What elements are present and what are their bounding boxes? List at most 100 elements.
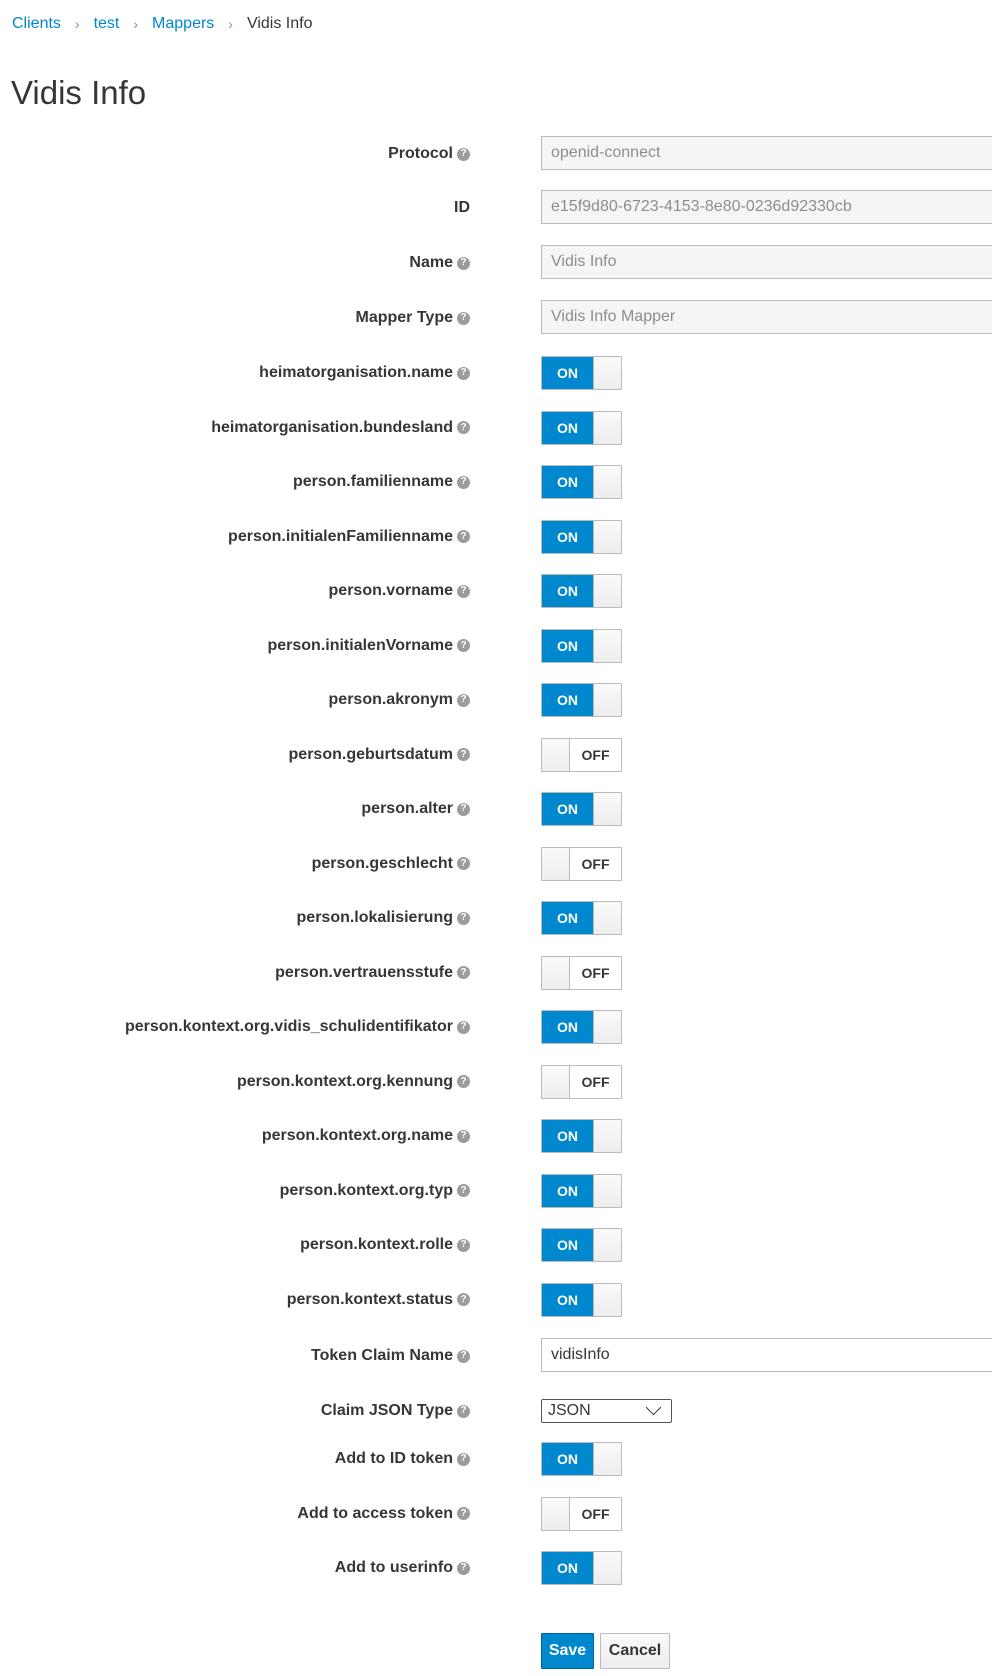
protocol-label: Protocol ? (388, 136, 470, 172)
person-vertrauensstufe-row: person.vertrauensstufe? OFF (0, 955, 992, 991)
person-lokalisierung-label-text: person.lokalisierung (296, 909, 453, 926)
help-icon[interactable]: ? (457, 1075, 470, 1088)
toggle-knob (593, 902, 621, 934)
help-icon[interactable]: ? (457, 639, 470, 652)
person-initialenvorname-toggle[interactable]: ON (541, 628, 622, 663)
person-initialenfamilienname-toggle[interactable]: ON (541, 519, 622, 554)
help-icon[interactable]: ? (457, 1293, 470, 1306)
person-kontext-org-typ-toggle[interactable]: ON (541, 1173, 622, 1208)
toggle-state-label: ON (542, 1443, 593, 1475)
person-kontext-status-toggle[interactable]: ON (541, 1282, 622, 1317)
help-icon[interactable]: ? (457, 857, 470, 870)
person-kontext-rolle-toggle[interactable]: ON (541, 1228, 622, 1262)
person-kontext-rolle-label-text: person.kontext.rolle (300, 1236, 453, 1253)
id-label: ID (454, 190, 470, 226)
toggle-state-label: ON (542, 1552, 593, 1584)
person-geschlecht-toggle[interactable]: OFF (541, 846, 622, 881)
person-vorname-row: person.vorname? ON (0, 573, 992, 609)
id-field[interactable] (541, 190, 992, 224)
help-icon[interactable]: ? (457, 311, 470, 325)
cancel-button[interactable]: Cancel (600, 1633, 670, 1669)
person-alter-label: person.alter? (361, 791, 470, 827)
save-button[interactable]: Save (541, 1633, 594, 1669)
claim-json-type-label: Claim JSON Type ? (321, 1393, 470, 1429)
person-kontext-org-kennung-toggle[interactable]: OFF (541, 1064, 622, 1099)
help-icon[interactable]: ? (457, 748, 470, 761)
heimatorganisation-name-toggle[interactable]: ON (541, 356, 622, 390)
person-kontext-org-typ-label-text: person.kontext.org.typ (279, 1181, 453, 1199)
help-icon[interactable]: ? (457, 1561, 470, 1575)
person-alter-toggle[interactable]: ON (541, 792, 622, 826)
breadcrumb-test-link[interactable]: test (94, 15, 120, 33)
toggle-knob (542, 956, 570, 989)
person-akronym-label-text: person.akronym (328, 691, 453, 708)
add-to-id-token-label-text: Add to ID token (334, 1450, 453, 1467)
person-kontext-rolle-label: person.kontext.rolle? (300, 1227, 470, 1263)
person-geburtsdatum-label-text: person.geburtsdatum (288, 745, 453, 763)
help-icon[interactable]: ? (457, 1184, 470, 1197)
toggle-state-label: ON (542, 1174, 593, 1207)
help-icon[interactable]: ? (457, 1404, 470, 1418)
person-vorname-toggle[interactable]: ON (541, 574, 622, 608)
claim-json-type-select[interactable]: JSON (541, 1399, 672, 1423)
toggle-knob (542, 847, 570, 880)
help-icon[interactable]: ? (457, 1349, 470, 1363)
protocol-field[interactable] (541, 136, 992, 170)
toggle-state-label: OFF (570, 847, 621, 880)
help-icon[interactable]: ? (457, 256, 470, 270)
help-icon[interactable]: ? (457, 1129, 470, 1143)
person-alter-row: person.alter? ON (0, 791, 992, 827)
person-lokalisierung-label: person.lokalisierung? (297, 900, 470, 936)
breadcrumb-chevron-icon: › (133, 16, 139, 32)
toggle-state-label: ON (542, 902, 593, 934)
person-akronym-label: person.akronym? (329, 682, 470, 718)
person-kontext-org-typ-row: person.kontext.org.typ? ON (0, 1173, 992, 1209)
name-field[interactable] (541, 245, 992, 279)
person-kontext-org-vidis-schulidentifikator-toggle[interactable]: ON (541, 1010, 622, 1044)
help-icon[interactable]: ? (457, 530, 470, 543)
person-vertrauensstufe-toggle[interactable]: OFF (541, 955, 622, 990)
help-icon[interactable]: ? (457, 147, 470, 161)
help-icon[interactable]: ? (457, 584, 470, 598)
person-familienname-toggle[interactable]: ON (541, 465, 622, 499)
person-vertrauensstufe-label: person.vertrauensstufe? (275, 955, 470, 991)
person-lokalisierung-toggle[interactable]: ON (541, 901, 622, 935)
help-icon[interactable]: ? (457, 1238, 470, 1252)
toggle-knob (593, 357, 621, 389)
add-to-id-token-toggle[interactable]: ON (541, 1442, 622, 1476)
mapper-type-field[interactable] (541, 300, 992, 334)
toggle-knob (593, 411, 621, 444)
help-icon[interactable]: ? (457, 475, 470, 489)
add-to-access-token-toggle[interactable]: OFF (541, 1496, 622, 1531)
person-geschlecht-row: person.geschlecht? OFF (0, 846, 992, 882)
person-geburtsdatum-toggle[interactable]: OFF (541, 737, 622, 772)
help-icon[interactable]: ? (457, 1452, 470, 1466)
breadcrumb-mappers-link[interactable]: Mappers (152, 15, 214, 33)
help-icon[interactable]: ? (457, 693, 470, 707)
person-akronym-toggle[interactable]: ON (541, 683, 622, 717)
toggle-knob (542, 1497, 570, 1530)
add-to-access-token-label: Add to access token? (297, 1496, 470, 1532)
help-icon[interactable]: ? (457, 966, 470, 979)
breadcrumb-clients-link[interactable]: Clients (12, 15, 61, 33)
person-geburtsdatum-label: person.geburtsdatum? (289, 737, 470, 773)
person-kontext-status-label-text: person.kontext.status (286, 1290, 453, 1308)
help-icon[interactable]: ? (457, 802, 470, 816)
toggle-state-label: ON (542, 411, 593, 444)
toggle-state-label: ON (542, 1229, 593, 1261)
person-kontext-status-row: person.kontext.status? ON (0, 1282, 992, 1318)
token-claim-name-input[interactable] (541, 1338, 992, 1372)
help-icon[interactable]: ? (457, 1020, 470, 1034)
id-row: ID (0, 190, 992, 226)
person-geschlecht-label-text: person.geschlecht (311, 854, 453, 872)
person-kontext-org-name-toggle[interactable]: ON (541, 1119, 622, 1153)
help-icon[interactable]: ? (457, 911, 470, 925)
person-familienname-label: person.familienname? (293, 464, 470, 500)
help-icon[interactable]: ? (457, 421, 470, 434)
help-icon[interactable]: ? (457, 1507, 470, 1520)
help-icon[interactable]: ? (457, 366, 470, 380)
heimatorganisation-bundesland-toggle[interactable]: ON (541, 410, 622, 445)
add-to-id-token-row: Add to ID token? ON (0, 1441, 992, 1477)
person-vorname-label: person.vorname? (329, 573, 470, 609)
add-to-userinfo-toggle[interactable]: ON (541, 1551, 622, 1585)
